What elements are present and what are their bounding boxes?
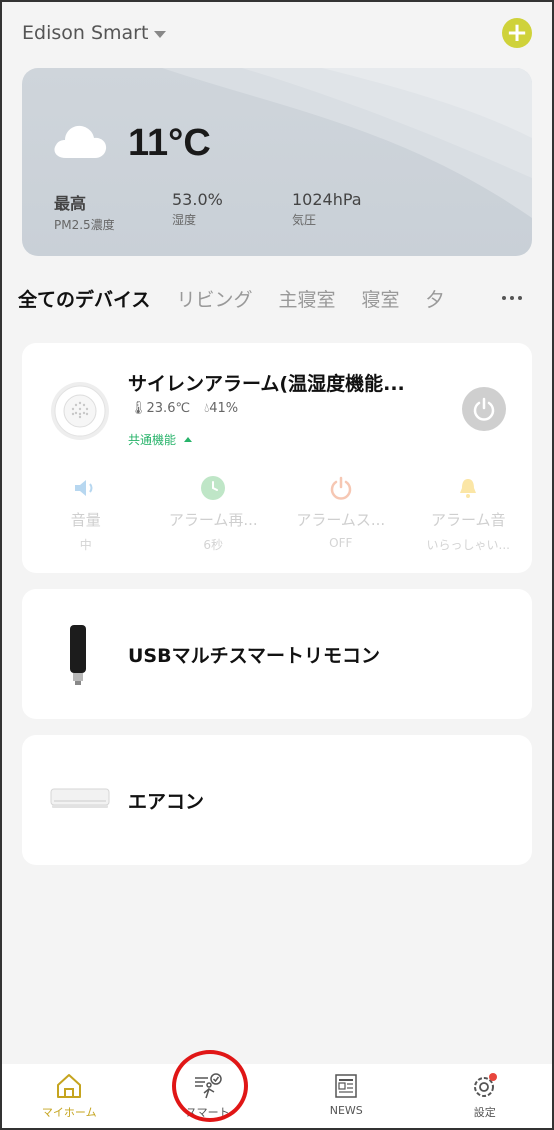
nav-smart[interactable]: スマート: [139, 1064, 278, 1130]
device-name: USBマルチスマートリモコン: [128, 645, 381, 667]
nav-label: 設定: [473, 1106, 496, 1119]
stat-pressure: 1024hPa 気圧: [292, 190, 362, 228]
common-functions-label: 共通機能: [128, 433, 177, 447]
stat-label: 気圧: [292, 213, 317, 227]
device-card-usb-remote[interactable]: USBマルチスマートリモコン: [22, 589, 532, 719]
header: Edison Smart +: [22, 18, 532, 48]
common-functions-toggle[interactable]: 共通機能: [128, 431, 193, 448]
home-selector[interactable]: Edison Smart: [22, 22, 167, 44]
function-alarm-switch[interactable]: アラームス... OFF: [277, 473, 405, 553]
device-name: サイレンアラーム(温湿度機能...: [128, 373, 405, 395]
bottom-nav: マイホーム スマート NEWS 設定: [0, 1064, 554, 1130]
chevron-up-icon: [184, 437, 193, 442]
function-alarm-duration[interactable]: アラーム再... 6秒: [150, 473, 278, 553]
temperature-value: 23.6℃: [146, 401, 191, 416]
nav-label: マイホーム: [41, 1106, 97, 1119]
power-icon: [330, 476, 351, 500]
device-name: エアコン: [128, 791, 205, 813]
function-value: 6秒: [203, 538, 224, 552]
tab-master-bedroom[interactable]: 主寝室: [278, 285, 335, 312]
plus-circle-icon: +: [506, 18, 528, 48]
room-tabs: 全てのデバイス リビング 主寝室 寝室 夕: [18, 282, 538, 314]
humidity-value: 41%: [209, 401, 239, 416]
nav-label: スマート: [185, 1106, 230, 1119]
dot: [502, 296, 506, 300]
stat-label: PM2.5濃度: [54, 218, 115, 232]
news-icon: [335, 1074, 357, 1098]
stat-label: 湿度: [172, 213, 197, 227]
dot: [518, 296, 522, 300]
tabs-fade: [462, 280, 492, 316]
siren-device-icon: [51, 382, 109, 440]
temperature-reading: 🌡︎23.6℃: [130, 401, 190, 416]
air-conditioner-device-icon: [50, 788, 110, 808]
nav-label: NEWS: [329, 1104, 363, 1117]
chevron-down-icon: [154, 30, 167, 38]
sensor-readings: 🌡︎23.6℃ 💧︎41%: [130, 401, 238, 416]
function-value: 中: [79, 538, 92, 552]
thermometer-icon: 🌡︎: [130, 401, 147, 416]
tab-partial[interactable]: 夕: [425, 285, 444, 312]
stat-value: 1024hPa: [292, 190, 362, 209]
function-value: いらっしゃい...: [426, 538, 510, 552]
usb-remote-device-icon: [70, 625, 86, 685]
tab-all-devices[interactable]: 全てのデバイス: [18, 285, 150, 312]
power-button[interactable]: [462, 387, 506, 431]
function-label: アラーム音: [430, 511, 506, 529]
stat-value: 最高: [54, 194, 87, 213]
speaker-icon: [74, 480, 93, 496]
stat-value: 53.0%: [172, 190, 223, 209]
function-label: アラームス...: [296, 511, 386, 529]
nav-settings[interactable]: 設定: [416, 1064, 554, 1130]
function-volume[interactable]: 音量 中: [22, 473, 150, 553]
power-icon: [473, 397, 495, 421]
gear-icon: [473, 1073, 497, 1097]
tab-bedroom[interactable]: 寝室: [361, 285, 399, 312]
function-value: OFF: [329, 536, 353, 550]
stat-humidity: 53.0% 湿度: [172, 190, 223, 228]
device-card-aircon[interactable]: エアコン: [22, 735, 532, 865]
device-card-siren[interactable]: サイレンアラーム(温湿度機能... 🌡︎23.6℃ 💧︎41% 共通機能 音量 …: [22, 343, 532, 573]
cloud-icon: [54, 125, 107, 158]
add-device-button[interactable]: +: [502, 18, 532, 48]
dot: [510, 296, 514, 300]
nav-my-home[interactable]: マイホーム: [0, 1064, 139, 1130]
notification-dot: [488, 1073, 497, 1081]
temperature: 11°C: [128, 122, 211, 164]
home-icon: [57, 1074, 82, 1098]
quick-functions: 音量 中 アラーム再... 6秒 アラームス... OFF アラーム音 いらっし…: [22, 473, 532, 553]
nav-news[interactable]: NEWS: [277, 1064, 416, 1130]
bell-icon: [460, 479, 477, 498]
tab-living[interactable]: リビング: [176, 285, 252, 312]
clock-icon: [201, 476, 226, 500]
function-label: 音量: [70, 511, 101, 529]
home-name: Edison Smart: [22, 22, 149, 44]
stat-pm25: 最高 PM2.5濃度: [54, 190, 115, 233]
weather-card[interactable]: 11°C 最高 PM2.5濃度 53.0% 湿度 1024hPa 気圧: [22, 68, 532, 256]
function-alarm-sound[interactable]: アラーム音 いらっしゃい...: [405, 473, 533, 553]
more-tabs-button[interactable]: [494, 282, 530, 314]
humidity-reading: 💧︎41%: [204, 401, 238, 416]
function-label: アラーム再...: [168, 511, 258, 529]
smart-scene-icon: [194, 1073, 222, 1099]
